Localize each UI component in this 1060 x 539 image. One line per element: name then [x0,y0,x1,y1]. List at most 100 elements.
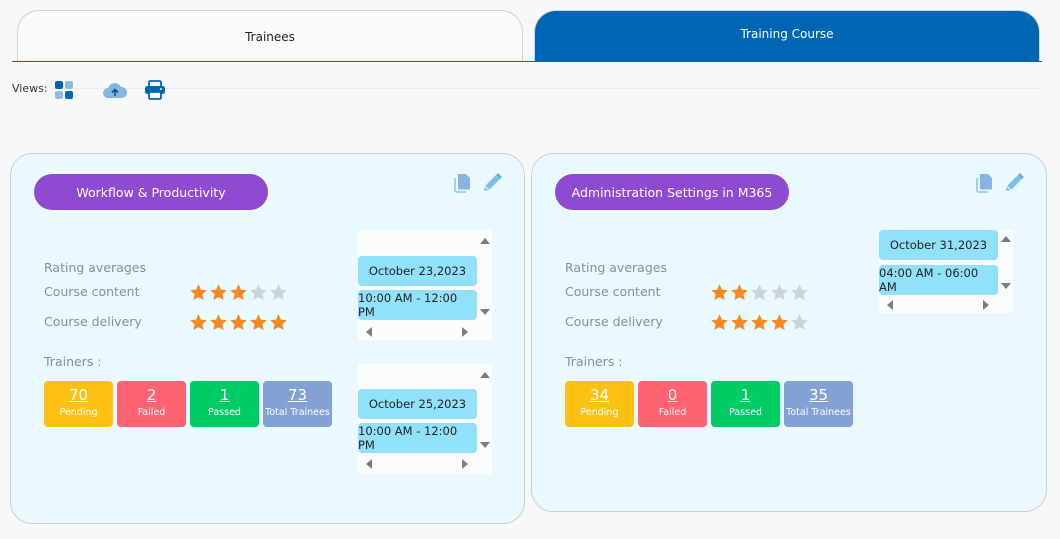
rating-row: Course delivery [44,314,304,344]
rating-averages: Rating averages Course content Course de… [565,260,825,344]
cloud-upload-icon[interactable] [102,80,128,100]
star-empty-icon [771,284,788,301]
star-empty-icon [270,284,287,301]
scroll-left-button[interactable] [887,300,893,310]
divider [12,88,1042,89]
grid-view-icon[interactable] [54,80,76,100]
star-filled-icon [210,284,227,301]
stat-pending[interactable]: 34 Pending [565,381,634,427]
stat-label: Passed [729,407,762,418]
rating-title: Rating averages [44,260,146,275]
session-scroll-area[interactable]: October 25,2023 10:00 AM - 12:00 PM [358,364,492,474]
tab-label: Trainees [245,30,295,44]
scroll-up-button[interactable] [1001,236,1011,242]
star-filled-icon [711,314,728,331]
session-panel: Session 1 October 23,2023 10:00 AM - 12:… [358,230,492,340]
scroll-right-button[interactable] [983,300,989,310]
stat-value[interactable]: 0 [638,381,707,404]
rating-averages: Rating averages Course content Course de… [44,260,304,344]
star-filled-icon [751,314,768,331]
rating-title: Rating averages [565,260,667,275]
copy-icon[interactable] [973,172,995,194]
stat-passed[interactable]: 1 Passed [711,381,780,427]
scroll-left-button[interactable] [366,327,372,337]
scroll-down-button[interactable] [1001,283,1011,289]
session-date[interactable]: October 31,2023 [879,230,998,260]
scroll-right-button[interactable] [462,459,468,469]
star-empty-icon [751,284,768,301]
course-title-button[interactable]: Workflow & Productivity [34,174,268,210]
stat-value[interactable]: 34 [565,381,634,404]
scroll-down-button[interactable] [480,442,490,448]
tab-trainees[interactable]: Trainees [17,10,523,61]
card-actions [451,172,505,194]
star-empty-icon [250,284,267,301]
star-filled-icon [190,314,207,331]
scroll-up-button[interactable] [480,372,490,378]
rating-label: Course content [565,284,661,299]
star-rating [189,283,288,302]
rating-row: Course content [44,284,304,314]
tab-training-course[interactable]: Training Course [534,10,1040,61]
course-title-button[interactable]: Administration Settings in M365 [555,174,789,210]
stat-value[interactable]: 1 [190,381,259,404]
course-title: Workflow & Productivity [76,184,226,200]
rating-row: Course delivery [565,314,825,344]
session-time[interactable]: 04:00 AM - 06:00 AM [879,265,998,295]
views-toolbar: Views: [12,78,1042,102]
stat-value[interactable]: 35 [784,381,853,404]
stat-value[interactable]: 70 [44,381,113,404]
course-card: Workflow & Productivity Rating averages … [10,153,525,524]
scroll-up-button[interactable] [480,238,490,244]
stat-value[interactable]: 73 [263,381,332,404]
tab-bar: Trainees Training Course [12,10,1042,62]
rating-label: Course delivery [565,314,663,329]
star-filled-icon [731,284,748,301]
course-title: Administration Settings in M365 [571,184,773,200]
trainee-stats: 70 Pending 2 Failed 1 Passed 73 Total Traine… [44,381,332,427]
session-panel: Session 2 October 25,2023 10:00 AM - 12:… [358,364,492,474]
edit-pencil-icon[interactable] [481,172,503,194]
session-scroll-area[interactable]: October 23,2023 10:00 AM - 12:00 PM [358,230,492,340]
print-icon[interactable] [144,80,166,100]
session-date[interactable]: October 23,2023 [358,256,477,286]
stat-passed[interactable]: 1 Passed [190,381,259,427]
trainers-label: Trainers : [44,354,102,369]
views-label: Views: [12,82,52,95]
session-panel: October 31,2023 04:00 AM - 06:00 AM [879,230,1013,313]
stat-pending[interactable]: 70 Pending [44,381,113,427]
trainers-label: Trainers : [565,354,623,369]
star-filled-icon [731,314,748,331]
stat-label: Total Trainees [786,407,851,418]
star-empty-icon [791,284,808,301]
stat-total-trainees[interactable]: 35 Total Trainees [784,381,853,427]
rating-label: Course delivery [44,314,142,329]
session-time[interactable]: 10:00 AM - 12:00 PM [358,423,477,453]
stat-value[interactable]: 2 [117,381,186,404]
stat-failed[interactable]: 0 Failed [638,381,707,427]
session-date[interactable]: October 25,2023 [358,389,477,419]
stat-label: Pending [59,407,98,418]
scroll-left-button[interactable] [366,459,372,469]
stat-failed[interactable]: 2 Failed [117,381,186,427]
tab-label: Training Course [740,27,834,41]
session-time[interactable]: 10:00 AM - 12:00 PM [358,290,477,320]
star-filled-icon [230,314,247,331]
star-rating [710,283,809,302]
stat-label: Total Trainees [265,407,330,418]
stat-total-trainees[interactable]: 73 Total Trainees [263,381,332,427]
trainee-stats: 34 Pending 0 Failed 1 Passed 35 Total Traine… [565,381,853,427]
edit-pencil-icon[interactable] [1003,172,1025,194]
stat-label: Failed [137,407,166,418]
scroll-down-button[interactable] [480,309,490,315]
star-filled-icon [270,314,287,331]
session-scroll-area[interactable]: October 31,2023 04:00 AM - 06:00 AM [879,230,1013,313]
scroll-right-button[interactable] [462,327,468,337]
star-rating [710,313,809,332]
rating-row: Course content [565,284,825,314]
course-card: Administration Settings in M365 Rating a… [531,153,1047,512]
copy-icon[interactable] [451,172,473,194]
stat-value[interactable]: 1 [711,381,780,404]
stat-label: Passed [208,407,241,418]
star-filled-icon [250,314,267,331]
